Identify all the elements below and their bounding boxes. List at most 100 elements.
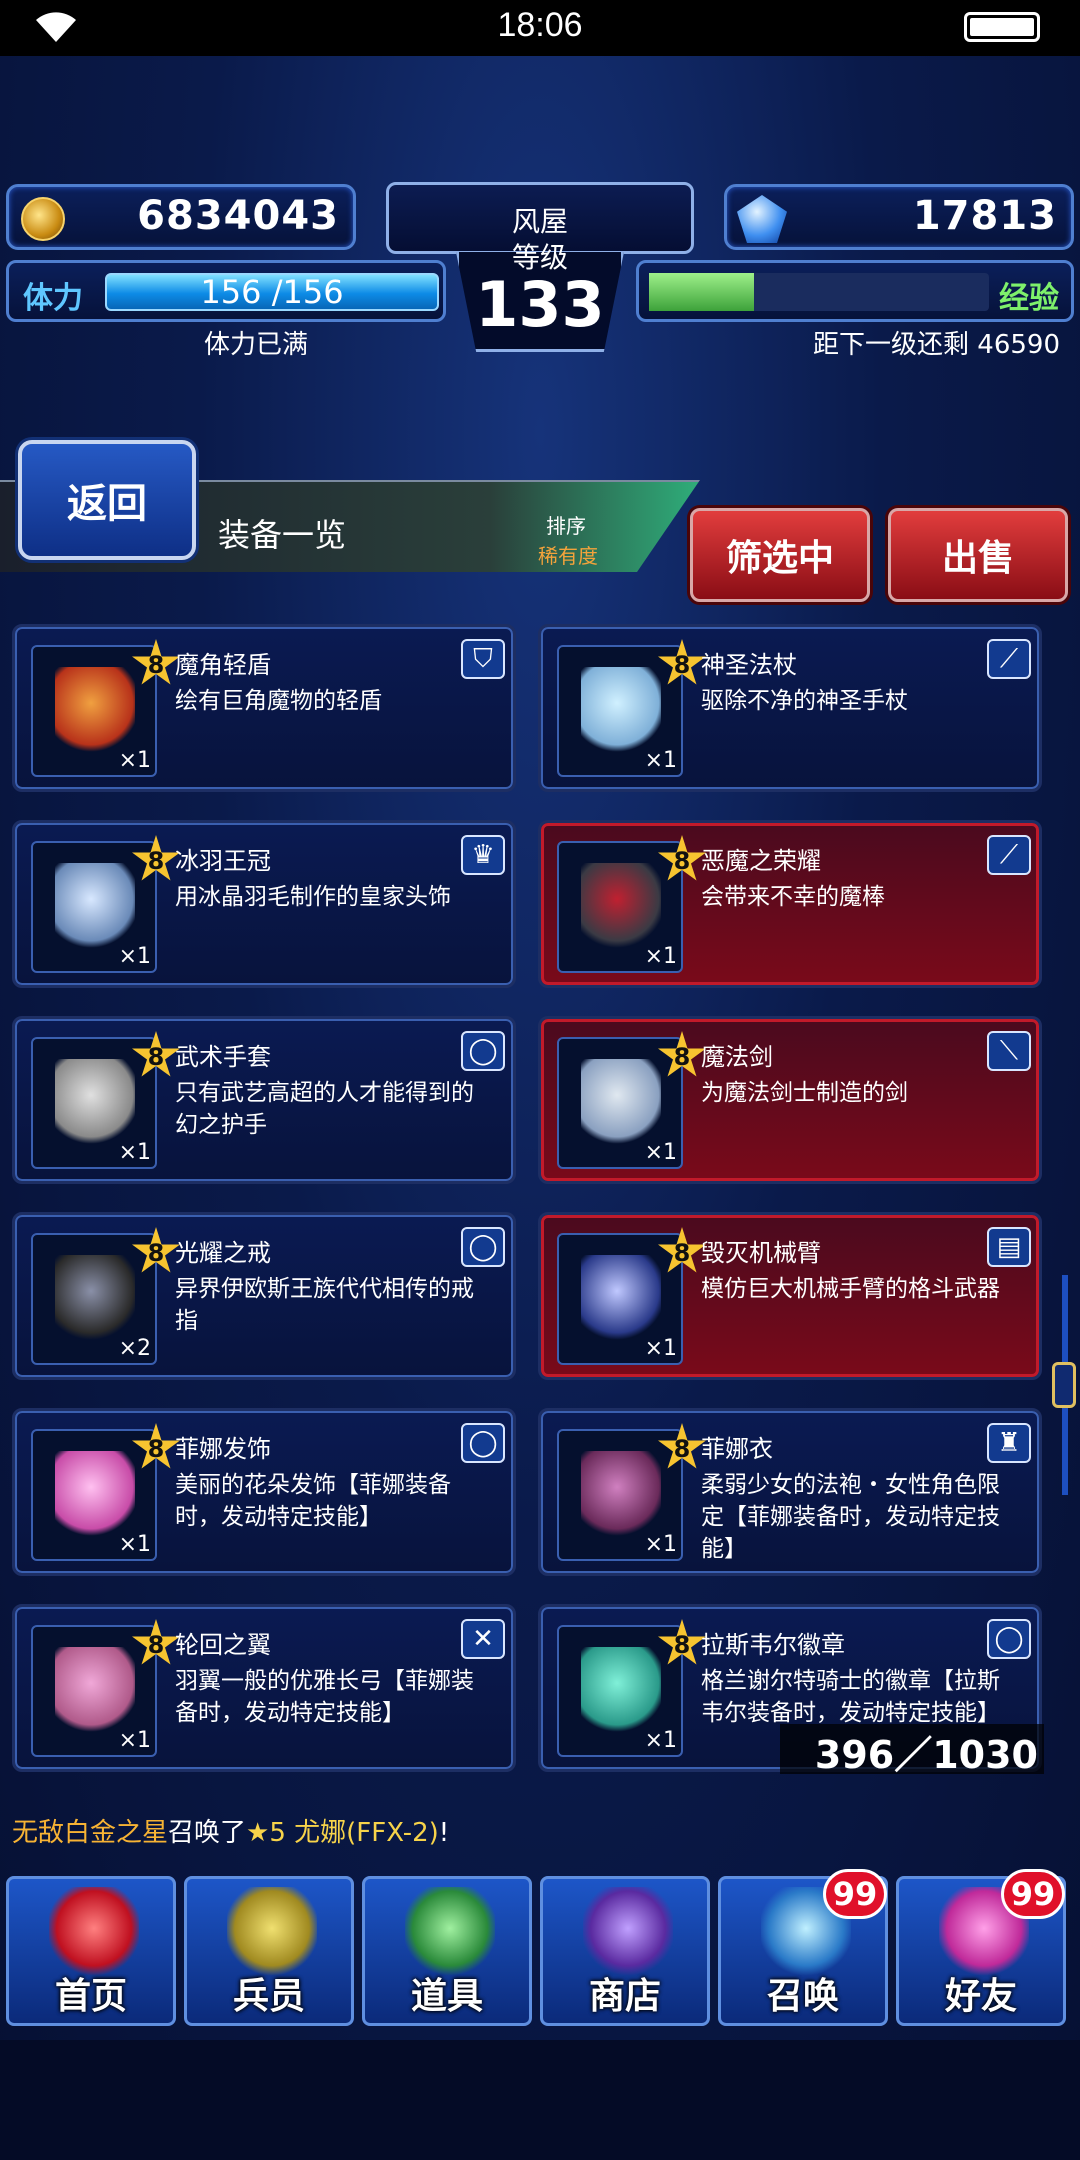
back-button[interactable]: 返回 [18, 440, 196, 560]
battery-icon [964, 12, 1040, 42]
bow-icon: ✕ [461, 1619, 505, 1659]
stamina-label: 体力 [23, 281, 83, 316]
item-quantity: ×1 [644, 1728, 677, 1753]
item-name: 菲娜发饰 [175, 1435, 271, 1463]
nav-tab-label: 商店 [588, 1976, 661, 2017]
stamina-status: 体力已满 [204, 330, 309, 360]
equipment-thumbnail: ×1 [31, 645, 157, 777]
item-name: 恶魔之荣耀 [701, 847, 821, 875]
nav-tab[interactable]: 商店 [540, 1876, 710, 2026]
scrollbar-thumb[interactable] [1052, 1362, 1076, 1408]
equipment-art-icon [55, 1059, 135, 1149]
item-quantity: ×1 [644, 944, 677, 969]
sword-icon: ⟍ [987, 1031, 1031, 1071]
equipment-art-icon [55, 1647, 135, 1737]
nav-tab-label: 召唤 [766, 1976, 839, 2017]
fist-icon: ▤ [987, 1227, 1031, 1267]
exp-remaining: 距下一级还剩 46590 [813, 330, 1060, 360]
bottom-blank [0, 2040, 1080, 2160]
equipment-art-icon [55, 863, 135, 953]
item-description: 驱除不净的神圣手杖 [701, 688, 908, 714]
item-description: 美丽的花朵发饰【菲娜装备时，发动特定技能】 [175, 1472, 451, 1530]
unit-icon [227, 1887, 317, 1979]
equipment-thumbnail: ×1 [557, 1429, 683, 1561]
item-description: 用冰晶羽毛制作的皇家头饰 [175, 884, 451, 910]
sort-label[interactable]: 排序 [546, 510, 586, 539]
nav-tab[interactable]: 道具 [362, 1876, 532, 2026]
level-panel: 风屋 等级 133 [360, 176, 720, 356]
item-quantity: ×1 [118, 1140, 151, 1165]
gil-display: 6834043 [6, 184, 356, 250]
shield-icon: ⛉ [461, 639, 505, 679]
equipment-thumbnail: ×1 [557, 1037, 683, 1169]
equipment-card[interactable]: ×1 8 神圣法杖 驱除不净的神圣手杖 ⟋ [538, 624, 1042, 792]
item-quantity: ×1 [118, 944, 151, 969]
status-bar: 18:06 [0, 0, 1080, 56]
nav-tab-label: 道具 [410, 1976, 483, 2017]
filter-button[interactable]: 筛选中 [690, 508, 870, 602]
nav-tab-label: 兵员 [232, 1976, 305, 2017]
gil-coin-icon [21, 197, 65, 241]
equipment-thumbnail: ×1 [31, 1429, 157, 1561]
nav-tab-label: 好友 [944, 1976, 1017, 2017]
notification-badge: 99 [823, 1869, 887, 1919]
player-header: 6834043 17813 体力 156 /156 体力已满 经验 距下一级还剩… [0, 176, 1080, 360]
item-quantity: ×1 [118, 1728, 151, 1753]
item-icon [405, 1887, 495, 1979]
equipment-grid: ×1 8 魔角轻盾 绘有巨角魔物的轻盾 ⛉ ×1 8 神圣法杖 驱除不净的神圣手杖 ⟋ ×1 8 冰羽王… [0, 618, 1080, 1778]
equipment-card[interactable]: ×1 8 毁灭机械臂 模仿巨大机械手臂的格斗武器 ▤ [538, 1212, 1042, 1380]
item-name: 菲娜衣 [701, 1435, 773, 1463]
equipment-card[interactable]: ×1 8 魔法剑 为魔法剑士制造的剑 ⟍ [538, 1016, 1042, 1184]
ring-icon: ◯ [461, 1423, 505, 1463]
bottom-nav: 首页 兵员 道具 商店 召唤 99 好友 99 [0, 1862, 1080, 2042]
equipment-thumbnail: ×1 [557, 1233, 683, 1365]
equipment-card[interactable]: ×1 8 轮回之翼 羽翼一般的优雅长弓【菲娜装备时，发动特定技能】 ✕ [12, 1604, 516, 1772]
item-quantity: ×1 [118, 1532, 151, 1557]
equipment-art-icon [581, 1451, 661, 1541]
nav-tab-label: 首页 [54, 1976, 127, 2017]
equipment-card[interactable]: ×1 8 魔角轻盾 绘有巨角魔物的轻盾 ⛉ [12, 624, 516, 792]
item-name: 毁灭机械臂 [701, 1239, 821, 1267]
inventory-counter: 396／1030 [780, 1724, 1044, 1777]
equipment-card[interactable]: ×1 8 恶魔之荣耀 会带来不幸的魔棒 ⟋ [538, 820, 1042, 988]
equipment-card[interactable]: ×1 8 菲娜发饰 美丽的花朵发饰【菲娜装备时，发动特定技能】 ◯ [12, 1408, 516, 1576]
equipment-card[interactable]: ×1 8 武术手套 只有武艺高超的人才能得到的幻之护手 ◯ [12, 1016, 516, 1184]
shop-icon [583, 1887, 673, 1979]
equipment-card[interactable]: ×1 8 菲娜衣 柔弱少女的法袍・女性角色限定【菲娜装备时，发动特定技能】 ♜ [538, 1408, 1042, 1576]
equipment-art-icon [581, 1059, 661, 1149]
item-description: 绘有巨角魔物的轻盾 [175, 688, 382, 714]
item-description: 羽翼一般的优雅长弓【菲娜装备时，发动特定技能】 [175, 1668, 474, 1726]
item-description: 会带来不幸的魔棒 [701, 884, 885, 910]
sell-button[interactable]: 出售 [888, 508, 1068, 602]
nav-tab[interactable]: 召唤 99 [718, 1869, 888, 2026]
equipment-card[interactable]: ×1 8 冰羽王冠 用冰晶羽毛制作的皇家头饰 ♛ [12, 820, 516, 988]
player-name: 风屋 [511, 205, 568, 238]
equipment-thumbnail: ×1 [31, 1037, 157, 1169]
ring-icon: ◯ [987, 1619, 1031, 1659]
item-quantity: ×1 [644, 1336, 677, 1361]
nav-tab[interactable]: 兵员 [184, 1876, 354, 2026]
equipment-thumbnail: ×2 [31, 1233, 157, 1365]
equipment-thumbnail: ×1 [557, 841, 683, 973]
nav-tab[interactable]: 好友 99 [896, 1869, 1066, 2026]
page-title: 装备一览 [218, 516, 347, 554]
equipment-thumbnail: ×1 [31, 841, 157, 973]
equipment-card[interactable]: ×2 8 光耀之戒 异界伊欧斯王族代代相传的戒指 ◯ [12, 1212, 516, 1380]
player-level: 133 [475, 268, 605, 341]
item-description: 柔弱少女的法袍・女性角色限定【菲娜装备时，发动特定技能】 [701, 1472, 1000, 1562]
equipment-art-icon [55, 1255, 135, 1345]
nav-tab[interactable]: 首页 [6, 1876, 176, 2026]
rod-icon: ⟋ [987, 835, 1031, 875]
equipment-art-icon [581, 863, 661, 953]
item-quantity: ×1 [644, 1140, 677, 1165]
ticker-end: ! [438, 1818, 450, 1848]
equipment-art-icon [581, 1647, 661, 1737]
item-quantity: ×2 [118, 1336, 151, 1361]
sort-value[interactable]: 稀有度 [538, 540, 598, 569]
item-description: 为魔法剑士制造的剑 [701, 1080, 908, 1106]
equipment-thumbnail: ×1 [557, 1625, 683, 1757]
equipment-toolbar: 返回 装备一览 排序 稀有度 筛选中 出售 [0, 430, 1080, 610]
item-description: 异界伊欧斯王族代代相传的戒指 [175, 1276, 474, 1334]
gem-display[interactable]: 17813 [724, 184, 1074, 250]
item-name: 魔法剑 [701, 1043, 773, 1071]
